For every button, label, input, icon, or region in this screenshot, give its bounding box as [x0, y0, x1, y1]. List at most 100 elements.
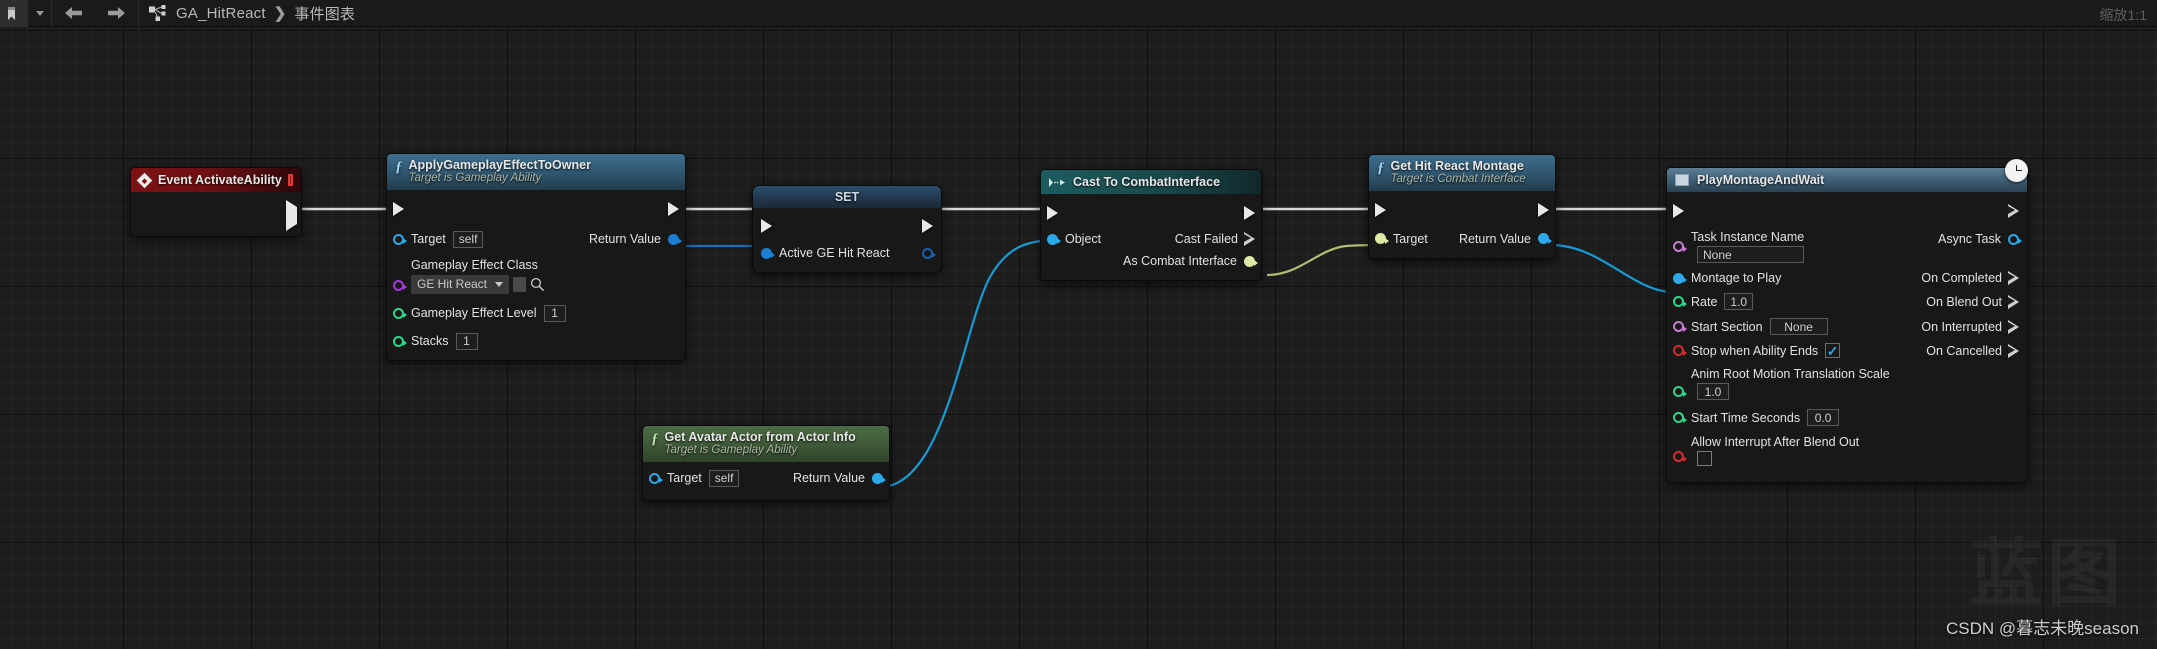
pin-stacks[interactable] — [393, 335, 407, 347]
pin-active-ge-hit-react[interactable] — [761, 247, 775, 259]
browse-search-icon[interactable] — [530, 277, 545, 292]
node-get-hit-react-montage[interactable]: ƒ Get Hit React Montage Target is Combat… — [1368, 154, 1556, 259]
pin-return-value[interactable] — [1538, 233, 1552, 245]
graph-toolbar: GA_HitReact ❯ 事件图表 缩放1:1 — [0, 0, 2157, 27]
breadcrumb: GA_HitReact ❯ 事件图表 — [139, 3, 355, 24]
pin-anim-root-motion-translation-scale[interactable] — [1673, 386, 1687, 397]
exec-output-pin[interactable] — [1538, 202, 1549, 217]
node-cast-to-combat-interface[interactable]: Cast To CombatInterface Object Cast Fail… — [1040, 169, 1262, 281]
blueprint-event-graph-canvas[interactable]: Event ActivateAbility ƒ ApplyGameplayEff… — [0, 27, 2157, 649]
exec-output-pin-on-completed[interactable] — [2008, 271, 2019, 285]
node-apply-gameplay-effect-to-owner[interactable]: ƒ ApplyGameplayEffectToOwner Target is G… — [386, 153, 686, 361]
exec-input-pin[interactable] — [761, 219, 772, 233]
node-header[interactable]: SET — [753, 186, 941, 208]
class-dropdown-value: GE Hit React — [417, 277, 488, 292]
cast-arrow-icon — [1049, 177, 1065, 187]
value-start-time-seconds[interactable]: 0.0 — [1807, 409, 1840, 426]
exec-input-pin[interactable] — [1047, 206, 1058, 220]
value-task-instance-name[interactable]: None — [1697, 246, 1805, 263]
value-target-self[interactable]: self — [452, 230, 484, 248]
pin-label-stacks: Stacks — [411, 334, 449, 349]
bookmark-button[interactable] — [0, 0, 28, 27]
pin-gameplay-effect-level[interactable] — [393, 307, 407, 319]
node-title: Cast To CombatInterface — [1073, 175, 1221, 189]
pin-label-active-ge-hit-react: Active GE Hit React — [779, 246, 890, 260]
node-event-activate-ability[interactable]: Event ActivateAbility — [130, 167, 302, 237]
value-start-section[interactable]: None — [1769, 318, 1828, 335]
pin-as-combat-interface[interactable] — [1244, 255, 1258, 267]
pin-object[interactable] — [1047, 233, 1061, 245]
navigate-forward-button[interactable] — [95, 0, 138, 27]
pin-label-start-time-seconds: Start Time Seconds — [1691, 410, 1801, 425]
pin-return-value[interactable] — [872, 472, 886, 484]
arrow-right-icon — [108, 7, 125, 19]
pin-set-output[interactable] — [922, 247, 936, 259]
exec-output-pin-cast-failed[interactable] — [1244, 232, 1255, 246]
use-selected-asset-button[interactable] — [513, 276, 527, 292]
node-body: Object Cast Failed As Combat Interface — [1041, 194, 1261, 280]
navigate-back-button[interactable] — [52, 0, 95, 27]
value-stacks[interactable]: 1 — [455, 332, 478, 350]
pin-label-on-completed: On Completed — [1921, 271, 2002, 285]
pin-label-async-task: Async Task — [1938, 232, 2001, 246]
pin-stop-when-ability-ends[interactable] — [1673, 345, 1687, 356]
node-header[interactable]: ƒ Get Avatar Actor from Actor Info Targe… — [643, 426, 889, 462]
node-get-avatar-actor-from-actor-info[interactable]: ƒ Get Avatar Actor from Actor Info Targe… — [642, 425, 890, 501]
pin-target[interactable] — [1375, 233, 1389, 245]
pin-start-time-seconds[interactable] — [1673, 412, 1687, 423]
breadcrumb-blueprint-name[interactable]: GA_HitReact — [176, 5, 266, 22]
exec-input-pin[interactable] — [1375, 202, 1386, 217]
pin-label-return-value: Return Value — [1458, 231, 1531, 246]
exec-output-pin[interactable] — [1244, 206, 1255, 220]
pin-start-section[interactable] — [1673, 321, 1687, 332]
node-subtitle: Target is Gameplay Ability — [664, 444, 798, 457]
pin-montage-to-play[interactable] — [1673, 272, 1687, 284]
node-play-montage-and-wait[interactable]: PlayMontageAndWait Task Instance Name No… — [1666, 167, 2028, 483]
exec-output-pin-on-cancelled[interactable] — [2008, 343, 2019, 358]
pin-label-montage-to-play: Montage to Play — [1691, 271, 1782, 285]
node-body: Target self Return Value — [643, 462, 889, 500]
value-target-self[interactable]: self — [708, 469, 740, 487]
node-body — [131, 192, 301, 236]
value-anim-root-motion-translation-scale[interactable]: 1.0 — [1697, 383, 1729, 400]
bookmark-dropdown-button[interactable] — [28, 0, 51, 27]
exec-output-pin[interactable] — [922, 219, 933, 233]
node-body: Target Return Value — [1369, 191, 1555, 258]
value-gameplay-effect-level[interactable]: 1 — [543, 304, 566, 322]
pin-task-instance-name[interactable] — [1673, 241, 1687, 252]
checkbox-allow-interrupt-after-blend-out[interactable] — [1697, 451, 1712, 466]
checkmark-icon: ✓ — [1826, 342, 1839, 359]
node-body: Target self Return Value Gameplay Effect… — [387, 190, 685, 360]
exec-output-pin-then[interactable] — [2008, 204, 2019, 218]
pin-gameplay-effect-class[interactable] — [393, 279, 407, 291]
exec-input-pin[interactable] — [1673, 204, 1684, 218]
pin-label-return-value: Return Value — [588, 232, 661, 247]
pin-rate[interactable] — [1673, 296, 1687, 307]
node-header[interactable]: ƒ Get Hit React Montage Target is Combat… — [1369, 155, 1555, 191]
exec-input-pin[interactable] — [393, 201, 404, 216]
class-dropdown[interactable]: GE Hit React — [411, 274, 510, 294]
stop-square-icon[interactable] — [287, 174, 293, 186]
breadcrumb-graph-name[interactable]: 事件图表 — [294, 3, 355, 24]
pin-target[interactable] — [649, 472, 663, 484]
checkbox-stop-when-ability-ends[interactable]: ✓ — [1825, 342, 1841, 359]
pin-return-value[interactable] — [668, 233, 682, 245]
node-title: Event ActivateAbility — [158, 173, 282, 187]
node-header[interactable]: Cast To CombatInterface — [1041, 170, 1261, 194]
node-header[interactable]: ƒ ApplyGameplayEffectToOwner Target is G… — [387, 154, 685, 190]
zoom-level-label: 缩放1:1 — [2099, 7, 2147, 23]
exec-output-pin[interactable] — [668, 201, 679, 216]
node-header[interactable]: PlayMontageAndWait — [1667, 168, 2027, 192]
node-header[interactable]: Event ActivateAbility — [131, 168, 301, 192]
value-rate[interactable]: 1.0 — [1724, 293, 1754, 310]
async-task-icon — [1675, 174, 1689, 186]
pin-async-task[interactable] — [2008, 233, 2022, 245]
pin-allow-interrupt-after-blend-out[interactable] — [1673, 451, 1687, 462]
exec-output-pin[interactable] — [286, 200, 297, 231]
gameplay-effect-class-picker[interactable]: GE Hit React — [411, 274, 545, 294]
node-set-active-ge-hit-react[interactable]: SET Active GE Hit React — [752, 185, 942, 273]
exec-output-pin-on-blend-out[interactable] — [2008, 294, 2019, 309]
exec-output-pin-on-interrupted[interactable] — [2008, 319, 2019, 334]
chevron-down-icon — [495, 281, 504, 287]
pin-target[interactable] — [393, 233, 407, 245]
